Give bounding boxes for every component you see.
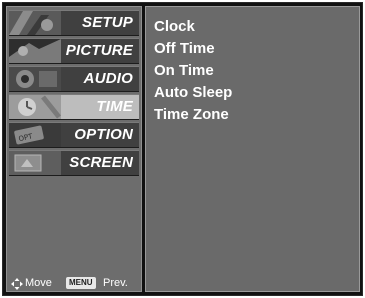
audio-icon [9,67,61,91]
submenu-item-time-zone[interactable]: Time Zone [154,106,229,123]
setup-icon [9,11,61,35]
submenu-item-off-time[interactable]: Off Time [154,40,215,57]
osd-menu: SETUP PICTURE AUDIO TIME OPT OPTION SCRE… [2,2,363,296]
menu-label-option: OPTION [74,126,133,143]
menu-item-picture[interactable]: PICTURE [9,38,139,64]
move-label: Move [25,277,52,289]
menu-label-picture: PICTURE [65,42,133,59]
screen-icon [9,151,61,175]
time-icon [9,95,61,119]
submenu-item-auto-sleep[interactable]: Auto Sleep [154,84,232,101]
menu-item-time[interactable]: TIME [9,94,139,120]
menu-item-audio[interactable]: AUDIO [9,66,139,92]
main-menu-panel: SETUP PICTURE AUDIO TIME OPT OPTION SCRE… [6,6,142,292]
prev-label: Prev. [103,277,128,289]
menu-label-time: TIME [96,98,133,115]
menu-item-setup[interactable]: SETUP [9,10,139,36]
menu-item-screen[interactable]: SCREEN [9,150,139,176]
menu-footer: Move MENU Prev. [11,276,139,292]
menu-label-screen: SCREEN [69,154,133,171]
picture-icon [9,39,61,63]
move-arrows-icon [11,278,23,290]
menu-label-setup: SETUP [81,14,133,31]
menu-key-badge: MENU [66,277,96,289]
submenu-item-on-time[interactable]: On Time [154,62,214,79]
menu-item-option[interactable]: OPT OPTION [9,122,139,148]
menu-label-audio: AUDIO [83,70,133,87]
submenu-item-clock[interactable]: Clock [154,18,195,35]
option-icon: OPT [9,123,61,147]
submenu-panel: Clock Off Time On Time Auto Sleep Time Z… [145,6,360,292]
